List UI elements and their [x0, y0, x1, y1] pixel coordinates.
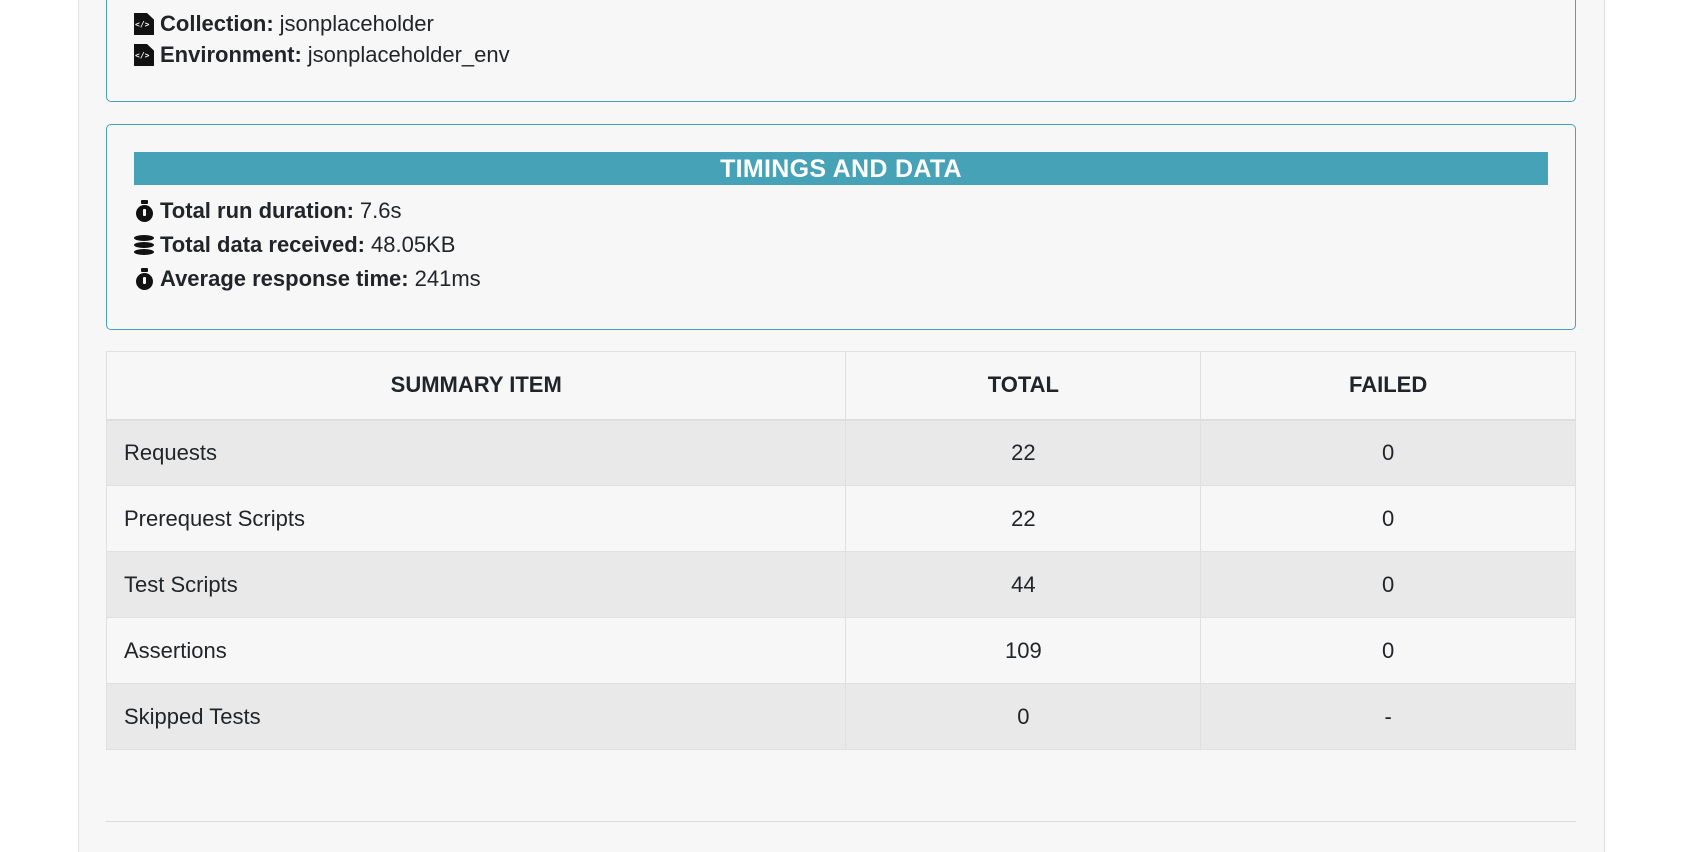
- row-item: Prerequest Scripts: [105, 485, 847, 552]
- summary-header-row: SUMMARY ITEM TOTAL FAILED: [105, 351, 1576, 421]
- avg-response-line: Average response time: 241ms: [134, 265, 481, 293]
- collection-label: Collection:: [160, 11, 274, 36]
- row-item: Assertions: [105, 617, 847, 684]
- avg-response-label: Average response time:: [160, 266, 409, 291]
- data-received-line: Total data received: 48.05KB: [134, 231, 455, 259]
- header-total: TOTAL: [845, 351, 1202, 421]
- file-code-icon: [134, 44, 154, 66]
- table-row: Test Scripts 44 0: [105, 551, 1576, 618]
- section-divider: [106, 821, 1576, 822]
- row-failed: 0: [1200, 419, 1576, 486]
- summary-table: SUMMARY ITEM TOTAL FAILED Requests 22 0 …: [105, 351, 1576, 750]
- file-code-icon: [134, 13, 154, 35]
- row-total: 0: [845, 683, 1202, 750]
- timings-title: TIMINGS AND DATA: [134, 152, 1548, 185]
- collection-line: Collection: jsonplaceholder: [134, 10, 434, 38]
- row-total: 44: [845, 551, 1202, 618]
- avg-response-value: 241ms: [414, 266, 481, 291]
- row-failed: -: [1200, 683, 1576, 750]
- row-total: 22: [845, 419, 1202, 486]
- data-received-value: 48.05KB: [371, 232, 456, 257]
- environment-value: jsonplaceholder_env: [307, 42, 510, 67]
- run-duration-line: Total run duration: 7.6s: [134, 197, 402, 225]
- report-page: Collection: jsonplaceholder Environment:…: [78, 0, 1605, 852]
- stopwatch-icon: [134, 268, 154, 290]
- environment-label: Environment:: [160, 42, 302, 67]
- table-row: Prerequest Scripts 22 0: [105, 485, 1576, 552]
- run-duration-label: Total run duration:: [160, 198, 354, 223]
- row-total: 22: [845, 485, 1202, 552]
- timings-card: TIMINGS AND DATA Total run duration: 7.6…: [106, 124, 1576, 330]
- row-item: Skipped Tests: [105, 683, 847, 750]
- collection-value: jsonplaceholder: [279, 11, 434, 36]
- row-failed: 0: [1200, 617, 1576, 684]
- header-summary-item: SUMMARY ITEM: [105, 351, 847, 421]
- row-failed: 0: [1200, 551, 1576, 618]
- table-row: Assertions 109 0: [105, 617, 1576, 684]
- table-row: Requests 22 0: [105, 419, 1576, 486]
- header-failed: FAILED: [1200, 351, 1576, 421]
- row-total: 109: [845, 617, 1202, 684]
- run-duration-value: 7.6s: [359, 198, 402, 223]
- collection-info-card: Collection: jsonplaceholder Environment:…: [106, 0, 1576, 102]
- stopwatch-icon: [134, 200, 154, 222]
- row-item: Test Scripts: [105, 551, 847, 618]
- row-failed: 0: [1200, 485, 1576, 552]
- table-row: Skipped Tests 0 -: [105, 683, 1576, 750]
- data-received-label: Total data received:: [160, 232, 365, 257]
- environment-line: Environment: jsonplaceholder_env: [134, 41, 510, 69]
- database-icon: [134, 234, 154, 256]
- row-item: Requests: [105, 419, 847, 486]
